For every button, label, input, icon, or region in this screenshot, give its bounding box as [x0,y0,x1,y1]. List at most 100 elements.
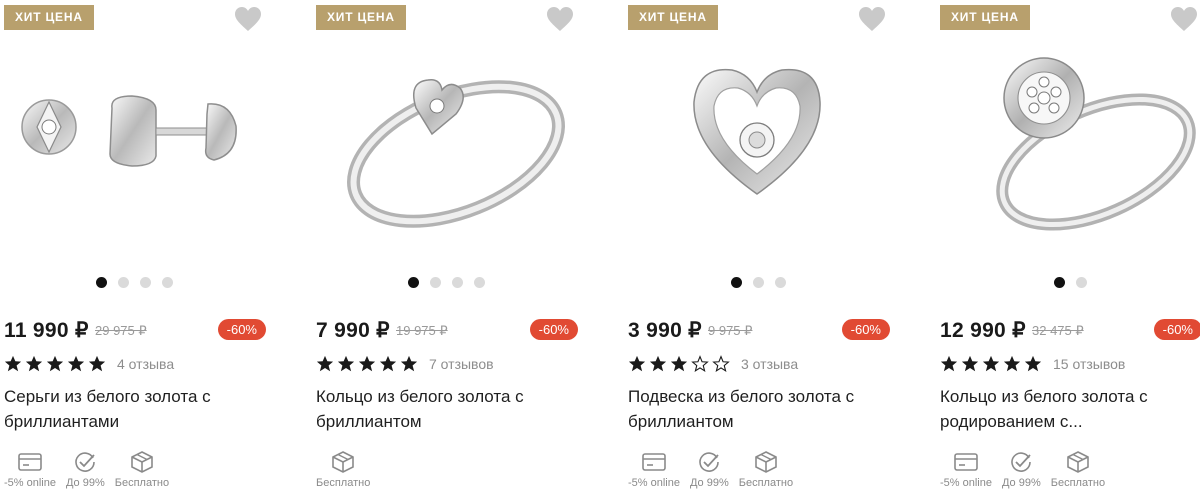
price-row: 12 990 ₽ 32 475 ₽ -60% [940,318,1200,344]
feature-label: До 99% [1001,477,1041,489]
feature-list: -5% online До 99% Бесплатно [628,450,793,489]
check-badge-icon [696,450,722,474]
product-title[interactable]: Кольцо из белого золота с родированием с… [940,384,1198,434]
feature-item: Бесплатно [115,450,169,489]
feature-list: Бесплатно [316,450,370,489]
product-image[interactable] [628,38,886,260]
gallery-dot[interactable] [429,277,441,288]
star-empty-icon [691,355,709,373]
gallery-dot[interactable] [752,277,764,288]
star-filled-icon [316,355,334,373]
gallery-dot[interactable] [774,277,786,288]
feature-label: -5% online [4,477,56,489]
star-filled-icon [628,355,646,373]
favorite-heart-icon[interactable] [858,6,886,32]
star-filled-icon [4,355,22,373]
feature-item: Бесплатно [316,450,370,489]
box-icon [330,450,356,474]
box-icon [129,450,155,474]
gallery-dot[interactable] [139,277,151,288]
feature-item: -5% online [4,450,56,489]
favorite-heart-icon[interactable] [234,6,262,32]
star-filled-icon [337,355,355,373]
current-price: 11 990 ₽ [4,319,89,342]
old-price: 9 975 ₽ [708,323,753,338]
gallery-dot[interactable] [161,277,173,288]
product-card[interactable]: ХИТ ЦЕНА 3 990 ₽ 9 975 ₽ -60% 3 отзыва П… [624,0,892,495]
feature-item: До 99% [1002,450,1041,489]
old-price: 32 475 ₽ [1032,323,1084,338]
reviews-link[interactable]: 15 отзывов [1053,356,1125,372]
current-price: 7 990 ₽ [316,319,390,342]
rating-row: 15 отзывов [940,354,1125,374]
star-filled-icon [358,355,376,373]
star-filled-icon [88,355,106,373]
gallery-dots [936,277,1200,288]
rating-stars [628,355,730,373]
feature-list: -5% online До 99% Бесплатно [940,450,1105,489]
rating-stars [316,355,418,373]
gallery-dot[interactable] [730,277,742,288]
hit-price-badge: ХИТ ЦЕНА [316,5,406,30]
favorite-heart-icon[interactable] [1170,6,1198,32]
star-empty-icon [712,355,730,373]
feature-label: До 99% [689,477,729,489]
discount-badge: -60% [217,319,266,340]
feature-list: -5% online До 99% Бесплатно [4,450,169,489]
hit-price-badge: ХИТ ЦЕНА [628,5,718,30]
old-price: 29 975 ₽ [95,323,147,338]
product-card[interactable]: ХИТ ЦЕНА 11 990 ₽ 29 975 ₽ -60% 4 отзыва… [0,0,268,495]
discount-badge: -60% [841,319,890,340]
gallery-dot[interactable] [451,277,463,288]
card-icon [953,450,979,474]
product-card[interactable]: ХИТ ЦЕНА 12 990 ₽ 32 475 ₽ -60% 15 отзыв… [936,0,1200,495]
favorite-heart-icon[interactable] [546,6,574,32]
reviews-link[interactable]: 4 отзыва [117,356,174,372]
product-card[interactable]: ХИТ ЦЕНА 7 990 ₽ 19 975 ₽ -60% 7 отзывов… [312,0,580,495]
rating-stars [4,355,106,373]
product-image[interactable] [940,38,1198,260]
gallery-dot[interactable] [1053,277,1065,288]
star-filled-icon [67,355,85,373]
box-icon [753,450,779,474]
reviews-link[interactable]: 3 отзыва [741,356,798,372]
heart-ring-icon [316,36,574,263]
product-title[interactable]: Серьги из белого золота с бриллиантами [4,384,262,434]
product-title[interactable]: Подвеска из белого золота с бриллиантом [628,384,886,434]
gallery-dot[interactable] [473,277,485,288]
gallery-dot[interactable] [407,277,419,288]
star-filled-icon [940,355,958,373]
star-filled-icon [25,355,43,373]
product-image[interactable] [4,38,262,260]
reviews-link[interactable]: 7 отзывов [429,356,494,372]
feature-label: -5% online [628,477,680,489]
gallery-dot[interactable] [95,277,107,288]
gallery-dot[interactable] [117,277,129,288]
feature-label: Бесплатно [316,477,371,489]
rating-row: 3 отзыва [628,354,798,374]
product-image[interactable] [316,38,574,260]
hit-price-badge: ХИТ ЦЕНА [4,5,94,30]
feature-item: -5% online [628,450,680,489]
stud-earrings-icon [4,36,262,263]
gallery-dots [0,277,268,288]
product-title[interactable]: Кольцо из белого золота с бриллиантом [316,384,574,434]
check-badge-icon [1008,450,1034,474]
star-filled-icon [46,355,64,373]
star-filled-icon [670,355,688,373]
star-filled-icon [649,355,667,373]
card-icon [17,450,43,474]
discount-badge: -60% [529,319,578,340]
rating-row: 4 отзыва [4,354,174,374]
cluster-ring-icon [940,36,1198,263]
current-price: 12 990 ₽ [940,319,1026,342]
discount-badge: -60% [1153,319,1200,340]
feature-item: До 99% [690,450,729,489]
star-filled-icon [400,355,418,373]
gallery-dots [312,277,580,288]
heart-pendant-icon [628,36,886,263]
rating-row: 7 отзывов [316,354,494,374]
box-icon [1065,450,1091,474]
gallery-dot[interactable] [1075,277,1087,288]
feature-label: -5% online [940,477,992,489]
